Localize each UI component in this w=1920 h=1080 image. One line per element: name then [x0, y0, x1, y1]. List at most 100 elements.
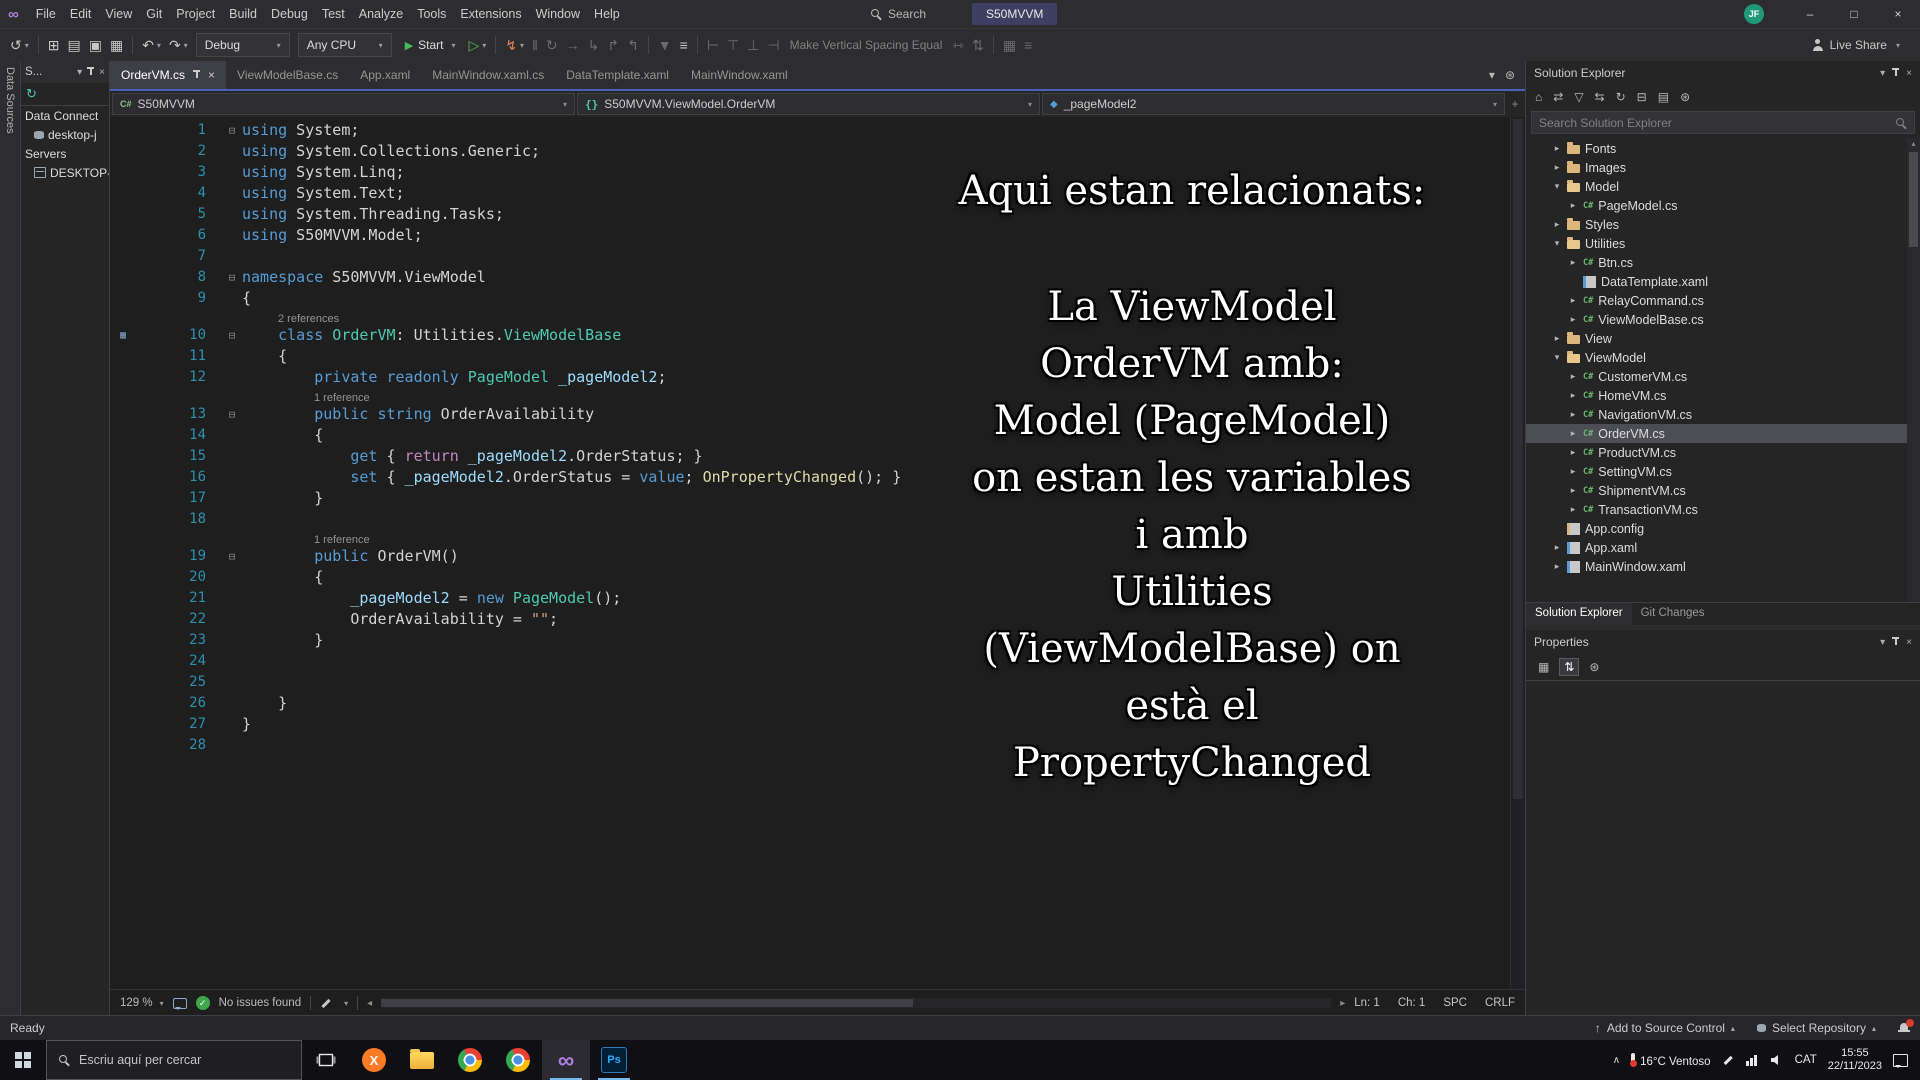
task-view-icon[interactable]	[302, 1040, 350, 1080]
panel-tab-git-changes[interactable]: Git Changes	[1632, 603, 1714, 625]
code-line[interactable]: 9{	[110, 288, 1510, 309]
panel-menu-icon[interactable]: ▾	[1880, 637, 1885, 648]
breakpoint-margin[interactable]	[110, 567, 136, 588]
pin-icon[interactable]	[1891, 637, 1900, 647]
code-line[interactable]: 28	[110, 735, 1510, 756]
tree-item-app-config[interactable]: App.config	[1526, 519, 1920, 538]
breadcrumb-class-dropdown[interactable]: {}S50MVVM.ViewModel.OrderVM▾	[577, 93, 1040, 115]
breakpoint-margin[interactable]	[110, 204, 136, 225]
tree-item-productvm-cs[interactable]: ▸C#ProductVM.cs	[1526, 443, 1920, 462]
code-text[interactable]: OrderAvailability = "";	[242, 609, 1510, 630]
code-text[interactable]: }	[242, 488, 1510, 509]
breakpoint-margin[interactable]	[110, 425, 136, 446]
close-icon[interactable]: ×	[99, 67, 105, 78]
step-out-icon[interactable]: ↰	[623, 33, 643, 57]
vertical-spacing-icon[interactable]: ⇅	[968, 33, 988, 57]
panel-menu-icon[interactable]: ▾	[77, 67, 82, 78]
tree-item-transactionvm-cs[interactable]: ▸C#TransactionVM.cs	[1526, 500, 1920, 519]
zoom-dropdown[interactable]: 129 % ▾	[120, 997, 164, 1009]
editor-tab-mainwindow-xaml[interactable]: MainWindow.xaml	[680, 61, 799, 89]
file-explorer-icon[interactable]	[398, 1040, 446, 1080]
code-line[interactable]: 4using System.Text;	[110, 183, 1510, 204]
code-text[interactable]: }	[242, 714, 1510, 735]
tree-expand-icon[interactable]: ▸	[1552, 143, 1562, 154]
tree-item-datatemplate-xaml[interactable]: DataTemplate.xaml	[1526, 272, 1920, 291]
align-right-icon[interactable]: ⊣	[763, 33, 783, 57]
send-feedback-icon[interactable]	[173, 998, 187, 1009]
code-line[interactable]: 17 }	[110, 488, 1510, 509]
tree-expand-icon[interactable]: ▸	[1552, 219, 1562, 230]
add-to-source-control-button[interactable]: ↑ Add to Source Control ▴	[1595, 1021, 1735, 1035]
code-line[interactable]: 7	[110, 246, 1510, 267]
menu-debug[interactable]: Debug	[264, 0, 315, 28]
solution-platforms-dropdown[interactable]: Any CPU▾	[298, 33, 392, 57]
tree-item-fonts[interactable]: ▸Fonts	[1526, 139, 1920, 158]
code-line[interactable]: 18	[110, 509, 1510, 530]
menu-file[interactable]: File	[29, 0, 63, 28]
breakpoint-margin[interactable]	[110, 183, 136, 204]
tree-item-customervm-cs[interactable]: ▸C#CustomerVM.cs	[1526, 367, 1920, 386]
code-line[interactable]: 11 {	[110, 346, 1510, 367]
alphabetical-icon[interactable]: ⇅	[1559, 658, 1579, 676]
code-text[interactable]: set { _pageModel2.OrderStatus = value; O…	[242, 467, 1510, 488]
chrome-icon[interactable]	[446, 1040, 494, 1080]
tree-collapse-icon[interactable]: ▾	[1552, 238, 1562, 249]
table-layout-icon[interactable]: ▦	[999, 33, 1020, 57]
split-window-icon[interactable]: +	[1507, 97, 1523, 111]
navigate-backward-icon[interactable]: ↺▾	[6, 33, 33, 57]
tree-item-shipmentvm-cs[interactable]: ▸C#ShipmentVM.cs	[1526, 481, 1920, 500]
tree-expand-icon[interactable]: ▸	[1568, 295, 1578, 306]
menu-git[interactable]: Git	[139, 0, 169, 28]
bookmark-icon[interactable]: ▼	[654, 33, 676, 57]
language-indicator[interactable]: CAT	[1795, 1054, 1817, 1066]
categorized-icon[interactable]: ▦	[1534, 659, 1553, 675]
code-text[interactable]: }	[242, 693, 1510, 714]
code-text[interactable]: }	[242, 630, 1510, 651]
align-top-icon[interactable]: ⊤	[723, 33, 743, 57]
open-file-icon[interactable]: ▤	[63, 33, 84, 57]
server-explorer-item-data-connect[interactable]: Data Connect	[21, 106, 109, 125]
tree-item-viewmodel[interactable]: ▾ViewModel	[1526, 348, 1920, 367]
server-explorer-item-servers[interactable]: Servers	[21, 144, 109, 163]
close-icon[interactable]: ×	[1906, 637, 1912, 648]
align-bottom-icon[interactable]: ⊥	[743, 33, 763, 57]
solution-explorer-search-input[interactable]: Search Solution Explorer	[1531, 111, 1915, 134]
editor-tab-ordervm-cs[interactable]: OrderVM.cs×	[110, 61, 226, 89]
tree-item-pagemodel-cs[interactable]: ▸C#PageModel.cs	[1526, 196, 1920, 215]
breadcrumb-project-dropdown[interactable]: C#S50MVVM▾	[112, 93, 575, 115]
output-window-icon[interactable]: ≡	[676, 33, 692, 57]
code-line[interactable]: 19⊟ public OrderVM()	[110, 546, 1510, 567]
breakpoint-margin[interactable]	[110, 651, 136, 672]
breakpoint-margin[interactable]	[110, 693, 136, 714]
tree-expand-icon[interactable]: ▸	[1568, 200, 1578, 211]
user-avatar[interactable]: JF	[1744, 4, 1764, 24]
codelens-references[interactable]: 2 references	[242, 311, 339, 325]
breakpoint-margin[interactable]	[110, 346, 136, 367]
fold-marker-icon[interactable]: ⊟	[222, 325, 242, 346]
breakpoint-margin[interactable]	[110, 609, 136, 630]
code-text[interactable]: public OrderVM()	[242, 546, 1510, 567]
edit-mode-icon[interactable]	[320, 997, 332, 1009]
breakpoint-margin[interactable]	[110, 267, 136, 288]
tree-item-viewmodelbase-cs[interactable]: ▸C#ViewModelBase.cs	[1526, 310, 1920, 329]
refresh-icon[interactable]: ↻	[1616, 90, 1626, 104]
server-explorer-item-desktop[interactable]: DESKTOP-	[21, 163, 109, 182]
scrollbar-thumb[interactable]	[381, 999, 913, 1007]
issues-label[interactable]: No issues found	[219, 997, 301, 1009]
network-icon[interactable]	[1745, 1054, 1759, 1066]
indent-indicator[interactable]: SPC	[1443, 997, 1467, 1009]
editor-tab-mainwindow-xaml-cs[interactable]: MainWindow.xaml.cs	[421, 61, 555, 89]
code-text[interactable]	[242, 735, 1510, 756]
show-hidden-icons-icon[interactable]: ∧	[1613, 1055, 1620, 1066]
code-text[interactable]: using System.Threading.Tasks;	[242, 204, 1510, 225]
show-next-statement-icon[interactable]: →	[562, 33, 584, 57]
code-text[interactable]: _pageModel2 = new PageModel();	[242, 588, 1510, 609]
code-line[interactable]: 25	[110, 672, 1510, 693]
hot-reload-icon[interactable]: ↯▾	[501, 33, 528, 57]
eol-indicator[interactable]: CRLF	[1485, 997, 1515, 1009]
code-line[interactable]: 2using System.Collections.Generic;	[110, 141, 1510, 162]
code-line[interactable]: 6using S50MVVM.Model;	[110, 225, 1510, 246]
tree-item-view[interactable]: ▸View	[1526, 329, 1920, 348]
breakpoint-margin[interactable]	[110, 225, 136, 246]
fold-marker-icon[interactable]: ⊟	[222, 120, 242, 141]
